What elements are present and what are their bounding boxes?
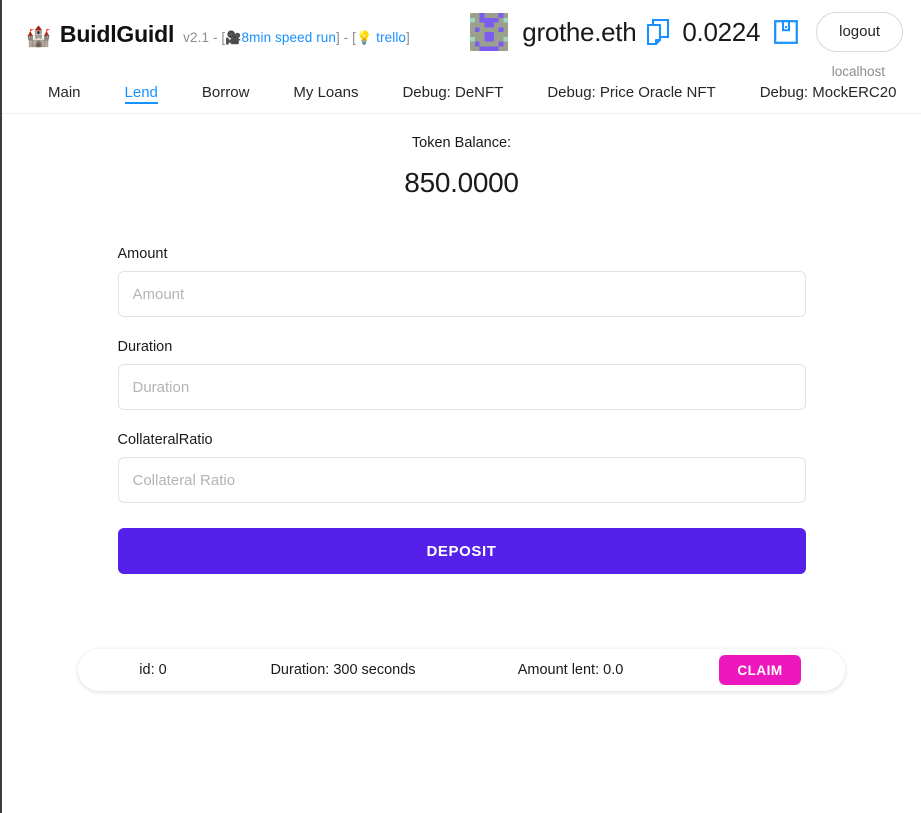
copy-icon [647, 19, 670, 45]
nav-item-main[interactable]: Main [26, 72, 103, 103]
nav-item-label: Borrow [201, 84, 250, 101]
camera-icon: 🎥 [225, 30, 242, 45]
lend-form: Amount Duration CollateralRatio DEPOSIT [117, 199, 806, 574]
copy-address-button[interactable] [646, 19, 682, 45]
blockie-avatar [470, 13, 509, 51]
brand-block: 🏰 BuidlGuidl v2.1 - [🎥8min speed run] - … [26, 21, 410, 48]
field-block-collateralratio: CollateralRatio [117, 432, 806, 503]
lightbulb-icon: 💡 [356, 30, 373, 45]
brand-name: BuidlGuidl [59, 21, 175, 47]
main-nav: Main Lend Borrow My Loans Debug: DeNFT Debug:… [2, 72, 921, 114]
nav-item-my-loans[interactable]: My Loans [271, 72, 380, 103]
nav-item-debug-denft[interactable]: Debug: DeNFT [380, 72, 525, 103]
input-amount[interactable] [117, 271, 806, 317]
eth-balance: 0.0224 [682, 17, 761, 47]
logout-button[interactable]: logout [816, 12, 903, 52]
input-duration[interactable] [117, 364, 806, 410]
trello-link[interactable]: trello [376, 30, 406, 45]
nav-item-debug-mockerc20[interactable]: Debug: MockERC20 [738, 72, 919, 103]
castle-logo-icon: 🏰 [26, 26, 51, 48]
token-balance-label: Token Balance: [411, 135, 512, 151]
meta-separator-2: ] - [ [336, 30, 357, 45]
loan-amount-lent: Amount lent: 0.0 [517, 662, 624, 678]
nav-item-label: Debug: DeNFT [402, 84, 504, 101]
label-collateralratio: CollateralRatio [117, 432, 213, 448]
qr-wallet-icon [774, 20, 799, 44]
nav-item-label: Debug: Price Oracle NFT [547, 84, 716, 101]
version-label: v2.1 [183, 30, 210, 45]
field-block-amount: Amount [117, 246, 806, 317]
meta-separator-1: - [ [209, 30, 226, 45]
label-duration: Duration [117, 339, 173, 355]
main-content: Token Balance: 850.0000 Amount Duration Co… [2, 135, 921, 691]
ens-name: grothe.eth [522, 17, 637, 47]
nav-item-label: Debug: MockERC20 [759, 84, 897, 101]
app-header: 🏰 BuidlGuidl v2.1 - [🎥8min speed run] - … [2, 0, 921, 79]
nav-item-lend[interactable]: Lend [103, 72, 180, 104]
label-amount: Amount [117, 246, 168, 262]
nav-item-label: My Loans [293, 84, 359, 101]
nav-item-label: Lend [124, 84, 158, 101]
nav-item-label: Main [48, 84, 81, 101]
speed-run-link[interactable]: 8min speed run [242, 30, 336, 45]
field-block-duration: Duration [117, 339, 806, 410]
loan-duration: Duration: 300 seconds [270, 662, 416, 678]
input-collateralratio[interactable] [117, 457, 806, 503]
qr-wallet-button[interactable] [774, 20, 816, 44]
token-balance-value: 850.0000 [404, 167, 519, 198]
nav-item-debug-price-oracle-nft[interactable]: Debug: Price Oracle NFT [525, 72, 737, 103]
loan-action-cell: CLAIM [683, 655, 837, 685]
claim-button[interactable]: CLAIM [719, 655, 801, 685]
nav-item-borrow[interactable]: Borrow [180, 72, 272, 103]
meta-separator-3: ] [406, 30, 410, 45]
account-block: grothe.eth 0.0224 logout [470, 12, 903, 52]
loans-list: id: 0 Duration: 300 seconds Amount lent: 0… [78, 574, 845, 691]
brand-meta: v2.1 - [🎥8min speed run] - [💡 trello] [183, 30, 410, 46]
deposit-button[interactable]: DEPOSIT [117, 528, 806, 574]
nav-items-container: Main Lend Borrow My Loans Debug: DeNFT Debug:… [26, 72, 921, 113]
loan-id: id: 0 [139, 662, 167, 678]
loan-card: id: 0 Duration: 300 seconds Amount lent: 0… [78, 649, 845, 691]
app-root: 🏰 BuidlGuidl v2.1 - [🎥8min speed run] - … [0, 0, 921, 813]
